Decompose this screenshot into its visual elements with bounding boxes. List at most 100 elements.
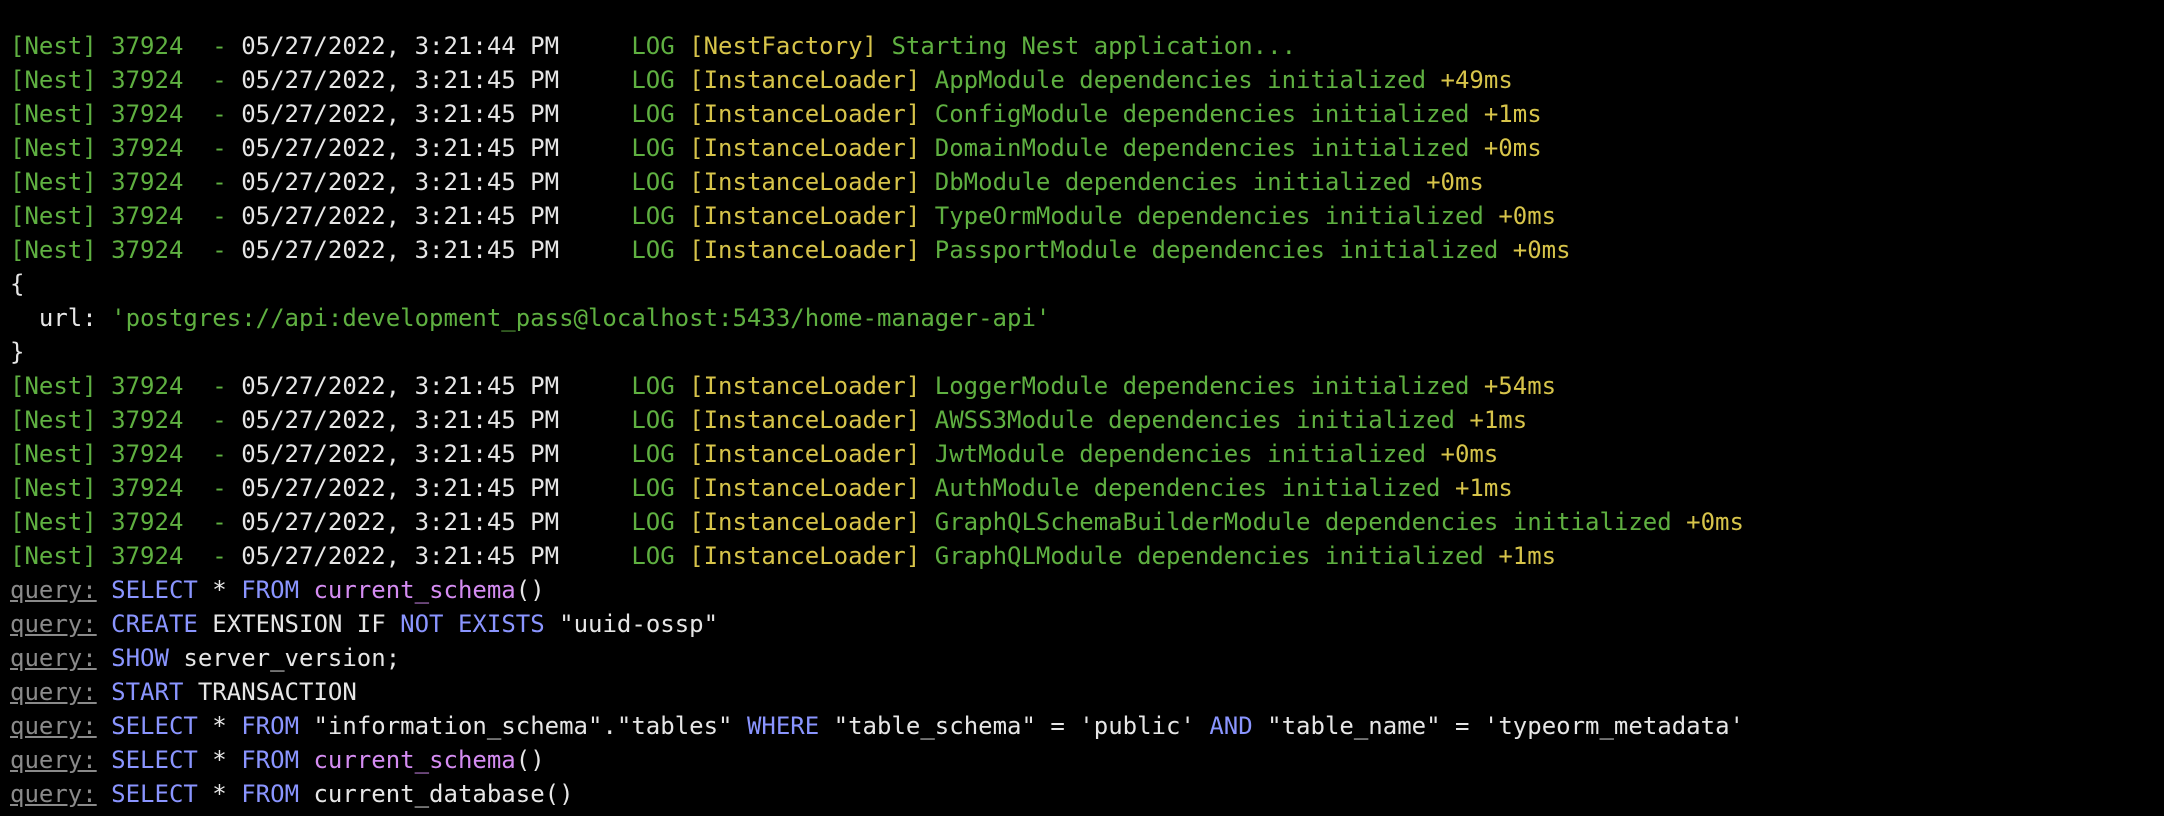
log-context: [InstanceLoader] — [689, 100, 921, 128]
log-timestamp: 05/27/2022, 3:21:45 PM — [241, 202, 560, 230]
query-token: "table_name" = 'typeorm_metadata' — [1252, 712, 1744, 740]
query-line: query: SELECT * FROM current_schema() — [10, 743, 2164, 777]
log-timing: +49ms — [1440, 66, 1513, 94]
log-prefix: [Nest] 37924 - — [10, 406, 242, 434]
log-prefix: [Nest] 37924 - — [10, 66, 242, 94]
log-prefix: [Nest] 37924 - — [10, 202, 242, 230]
query-token: () — [515, 746, 545, 774]
log-context: [InstanceLoader] — [689, 508, 921, 536]
log-line: [Nest] 37924 - 05/27/2022, 3:21:45 PM LO… — [10, 165, 2164, 199]
query-token: EXTENSION IF — [197, 610, 401, 638]
query-token: SHOW — [111, 644, 169, 672]
query-label: query: — [10, 780, 97, 808]
query-token: current_schema — [313, 746, 516, 774]
query-line: query: SELECT * FROM "information_schema… — [10, 709, 2164, 743]
log-timestamp: 05/27/2022, 3:21:45 PM — [241, 474, 560, 502]
log-level: LOG — [631, 134, 675, 162]
query-line: query: SHOW server_version; — [10, 641, 2164, 675]
log-context: [InstanceLoader] — [689, 440, 921, 468]
query-label: query: — [10, 746, 97, 774]
query-label: query: — [10, 610, 97, 638]
log-message: AWSS3Module dependencies initialized — [934, 406, 1455, 434]
nest-log-group: [Nest] 37924 - 05/27/2022, 3:21:44 PM LO… — [10, 29, 2164, 267]
log-timestamp: 05/27/2022, 3:21:45 PM — [241, 100, 560, 128]
query-token: WHERE — [746, 712, 820, 740]
log-timestamp: 05/27/2022, 3:21:45 PM — [241, 508, 560, 536]
log-line: [Nest] 37924 - 05/27/2022, 3:21:45 PM LO… — [10, 471, 2164, 505]
query-token: SELECT — [111, 746, 198, 774]
log-line: [Nest] 37924 - 05/27/2022, 3:21:44 PM LO… — [10, 29, 2164, 63]
log-context: [InstanceLoader] — [689, 406, 921, 434]
log-message: GraphQLModule dependencies initialized — [934, 542, 1484, 570]
log-timing: +54ms — [1483, 372, 1557, 400]
query-token: SELECT — [111, 576, 198, 604]
log-timing: +0ms — [1498, 202, 1557, 230]
log-prefix: [Nest] 37924 - — [10, 168, 242, 196]
query-token — [299, 746, 313, 774]
config-open-brace: { — [10, 270, 25, 298]
log-prefix: [Nest] 37924 - — [10, 372, 242, 400]
query-line: query: CREATE EXTENSION IF NOT EXISTS "u… — [10, 607, 2164, 641]
log-context: [InstanceLoader] — [689, 542, 921, 570]
log-timestamp: 05/27/2022, 3:21:44 PM — [241, 32, 560, 60]
query-token: () — [515, 576, 545, 604]
log-line: [Nest] 37924 - 05/27/2022, 3:21:45 PM LO… — [10, 403, 2164, 437]
log-prefix: [Nest] 37924 - — [10, 236, 242, 264]
query-label: query: — [10, 712, 97, 740]
log-level: LOG — [631, 202, 675, 230]
log-message: DbModule dependencies initialized — [934, 168, 1412, 196]
log-line: [Nest] 37924 - 05/27/2022, 3:21:45 PM LO… — [10, 63, 2164, 97]
query-token: * — [197, 712, 242, 740]
query-token: FROM — [241, 712, 300, 740]
log-level: LOG — [631, 508, 675, 536]
log-line: [Nest] 37924 - 05/27/2022, 3:21:45 PM LO… — [10, 539, 2164, 573]
log-message: DomainModule dependencies initialized — [934, 134, 1470, 162]
log-line: [Nest] 37924 - 05/27/2022, 3:21:45 PM LO… — [10, 131, 2164, 165]
log-message: JwtModule dependencies initialized — [934, 440, 1427, 468]
log-timing: +0ms — [1686, 508, 1744, 536]
config-url-value: 'postgres://api:development_pass@localho… — [111, 304, 1051, 332]
query-token: FROM — [241, 576, 300, 604]
query-token: FROM — [241, 746, 300, 774]
log-timing: +1ms — [1454, 474, 1513, 502]
log-line: [Nest] 37924 - 05/27/2022, 3:21:45 PM LO… — [10, 233, 2164, 267]
log-message: AuthModule dependencies initialized — [934, 474, 1441, 502]
query-token: current_schema — [313, 576, 516, 604]
log-timestamp: 05/27/2022, 3:21:45 PM — [241, 542, 560, 570]
log-prefix: [Nest] 37924 - — [10, 100, 242, 128]
query-token: AND — [1209, 712, 1253, 740]
query-token: FROM — [241, 780, 300, 808]
terminal-output[interactable]: [Nest] 37924 - 05/27/2022, 3:21:44 PM LO… — [0, 0, 2164, 816]
log-prefix: [Nest] 37924 - — [10, 474, 242, 502]
query-token: * — [197, 746, 242, 774]
query-token: SELECT — [111, 780, 198, 808]
log-level: LOG — [631, 32, 675, 60]
log-message: TypeOrmModule dependencies initialized — [934, 202, 1484, 230]
log-level: LOG — [631, 66, 675, 94]
log-prefix: [Nest] 37924 - — [10, 32, 242, 60]
query-token: "uuid-ossp" — [544, 610, 719, 638]
query-label: query: — [10, 678, 97, 706]
log-context: [InstanceLoader] — [689, 474, 921, 502]
log-timing: +1ms — [1498, 542, 1557, 570]
log-level: LOG — [631, 168, 675, 196]
log-timestamp: 05/27/2022, 3:21:45 PM — [241, 66, 560, 94]
query-token: "information_schema"."tables" — [299, 712, 747, 740]
log-timestamp: 05/27/2022, 3:21:45 PM — [241, 134, 560, 162]
log-line: [Nest] 37924 - 05/27/2022, 3:21:45 PM LO… — [10, 199, 2164, 233]
query-token: "table_schema" = 'public' — [819, 712, 1210, 740]
log-timestamp: 05/27/2022, 3:21:45 PM — [241, 440, 560, 468]
query-token: EXISTS — [457, 610, 545, 638]
log-context: [InstanceLoader] — [689, 134, 921, 162]
log-message: Starting Nest application... — [891, 32, 1297, 60]
log-level: LOG — [631, 542, 675, 570]
log-line: [Nest] 37924 - 05/27/2022, 3:21:45 PM LO… — [10, 437, 2164, 471]
log-context: [InstanceLoader] — [689, 372, 921, 400]
query-token: START — [111, 678, 184, 706]
log-timing: +1ms — [1469, 406, 1528, 434]
log-timing: +0ms — [1426, 168, 1484, 196]
log-timestamp: 05/27/2022, 3:21:45 PM — [241, 372, 560, 400]
log-message: AppModule dependencies initialized — [934, 66, 1427, 94]
query-label: query: — [10, 644, 97, 672]
log-level: LOG — [631, 236, 675, 264]
